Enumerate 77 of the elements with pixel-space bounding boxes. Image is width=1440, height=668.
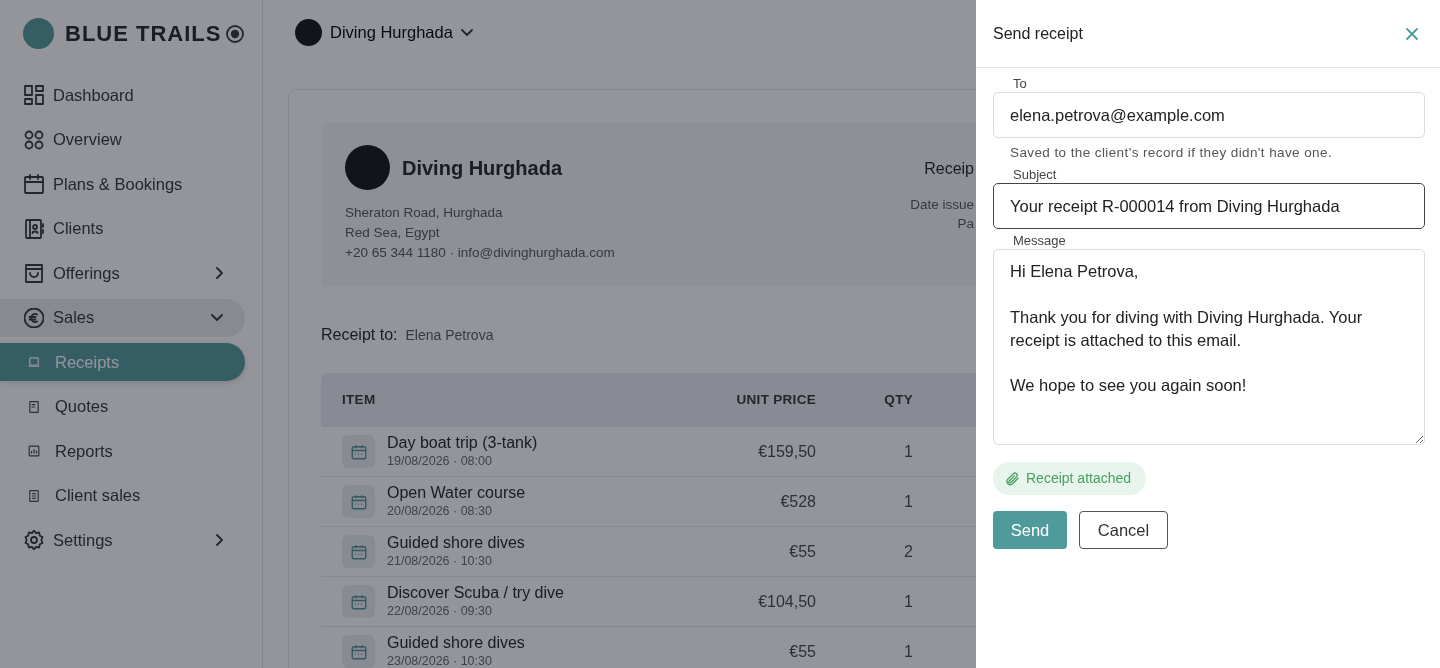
sidebar-subitem[interactable]: Reports: [0, 432, 245, 470]
address-line: Red Sea, Egypt: [345, 224, 441, 242]
address-line: +20 65 344 1180 · info@divinghurghada.com: [345, 244, 615, 262]
recipient-label: Receipt to:: [321, 325, 398, 345]
org-logo: [295, 18, 322, 46]
sidebar-item[interactable]: Plans & Bookings: [0, 165, 245, 203]
item-date: 20/08/2026 · 08:30: [387, 502, 493, 520]
meta-label: Pa: [956, 215, 974, 233]
unit-price: €104,50: [758, 592, 816, 610]
laptop-icon: [28, 356, 40, 368]
quantity: 2: [904, 542, 913, 560]
column-header: QTY: [883, 390, 914, 409]
chevron-right-icon: [216, 267, 223, 279]
send-button[interactable]: Send: [993, 511, 1067, 550]
gear-icon: [24, 530, 44, 550]
cancel-button[interactable]: Cancel: [1079, 511, 1168, 550]
chevron-right-icon: [216, 534, 223, 546]
contact-book-icon: [24, 218, 44, 239]
sidebar-item[interactable]: Settings: [0, 521, 245, 559]
calendar-icon: [342, 485, 375, 518]
help-text: Saved to the client's record if they didn't have one.: [1009, 144, 1334, 162]
calendar-icon: [342, 635, 375, 668]
sidebar-item[interactable]: Clients: [0, 209, 245, 248]
sidebar-subitem[interactable]: Quotes: [0, 387, 245, 426]
message-field[interactable]: Hi Elena Petrova, Thank you for diving with Diving Hurghada. Your receipt is attached to this email. We hope to see you again soon!: [993, 249, 1425, 446]
sidebar-item[interactable]: Sales: [0, 298, 245, 337]
item-name: Guided shore dives: [387, 632, 525, 652]
organization-selector[interactable]: Diving Hurghada: [295, 18, 473, 46]
dashboard-icon: [24, 85, 44, 105]
brand-name: BLUE TRAILS: [65, 19, 222, 48]
quantity: 1: [904, 492, 913, 510]
quantity: 1: [904, 642, 913, 660]
column-header: ITEM: [341, 390, 377, 409]
unit-price: €55: [789, 542, 816, 560]
input-field[interactable]: Your receipt R-000014 from Diving Hurghada: [993, 183, 1425, 230]
grid-circles-icon: [24, 129, 44, 150]
calendar-icon: [342, 585, 375, 618]
drawer-title: Send receipt: [993, 23, 1083, 44]
recipient-name: Elena Petrova: [405, 326, 494, 345]
business-logo: [345, 145, 390, 190]
address-line: Sheraton Road, Hurghada: [345, 204, 504, 222]
item-name: Day boat trip (3-tank): [387, 432, 538, 452]
meta-label: Date issue: [910, 196, 974, 214]
sidebar-item[interactable]: Offerings: [0, 254, 245, 292]
paperclip-icon: [1004, 470, 1020, 487]
column-header: UNIT PRICE: [735, 390, 817, 409]
sidebar-subitem[interactable]: Client sales: [0, 476, 245, 515]
brand-logo: [23, 17, 54, 49]
chevron-down-icon: [211, 314, 223, 321]
input-field[interactable]: elena.petrova@example.com: [993, 92, 1425, 138]
quantity: 1: [904, 442, 913, 460]
euro-icon: [24, 307, 44, 328]
list-icon: [28, 489, 40, 502]
unit-price: €528: [780, 492, 816, 510]
unit-price: €159,50: [758, 442, 816, 460]
item-date: 19/08/2026 · 08:00: [387, 452, 493, 470]
calendar-icon: [24, 174, 44, 194]
chart-icon: [28, 445, 40, 457]
item-name: Open Water course: [387, 482, 526, 502]
sidebar-item[interactable]: Dashboard: [0, 76, 245, 114]
item-date: 21/08/2026 · 10:30: [387, 552, 493, 570]
calendar-icon: [342, 435, 375, 468]
unit-price: €55: [789, 642, 816, 660]
business-name: Diving Hurghada: [402, 155, 562, 181]
item-name: Guided shore dives: [387, 532, 525, 552]
item-name: Discover Scuba / try dive: [387, 582, 564, 602]
caret-icon: [460, 28, 473, 36]
item-date: 22/08/2026 · 09:30: [387, 602, 493, 620]
sidebar-item[interactable]: Overview: [0, 120, 245, 159]
quantity: 1: [904, 592, 913, 610]
item-date: 23/08/2026 · 10:30: [387, 652, 493, 668]
document-icon: [28, 400, 40, 413]
close-icon: [1405, 27, 1419, 42]
receipt-title: Receip: [923, 159, 974, 179]
calendar-icon: [342, 535, 375, 568]
shopping-bag-icon: [24, 263, 44, 283]
attachment-label: Receipt attached: [1026, 469, 1132, 489]
